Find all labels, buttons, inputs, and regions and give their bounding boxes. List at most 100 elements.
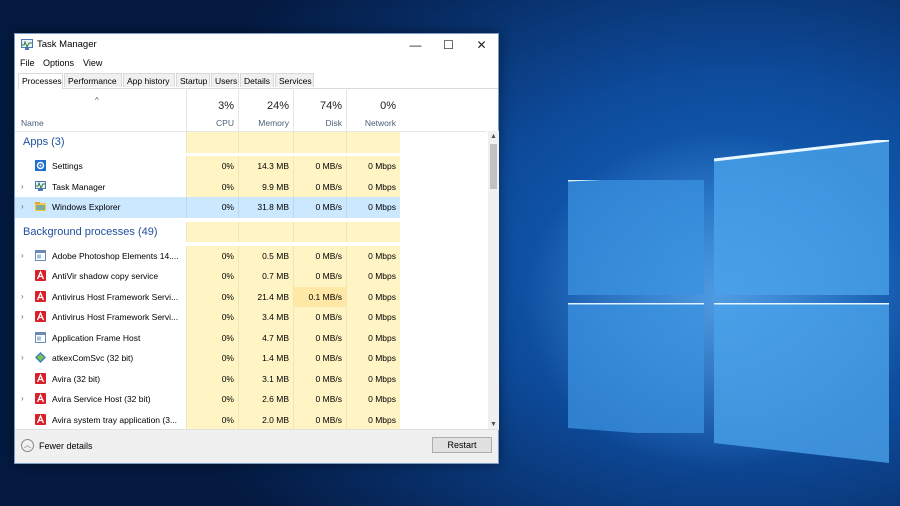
heat-cell [346, 132, 400, 153]
process-name: Avira system tray application (3... [52, 414, 178, 425]
table-row[interactable]: › atkexComSvc (32 bit) 0% 1.4 MB 0 MB/s 0 Mbp… [15, 348, 486, 369]
table-row[interactable]: Application Frame Host 0% 4.7 MB 0 MB/s 0 Mb… [15, 327, 486, 349]
tab-startup[interactable]: Startup [176, 73, 210, 87]
tab-users[interactable]: Users [211, 73, 239, 87]
cpu-cell: 0% [186, 307, 238, 328]
cpu-cell: 0% [186, 327, 238, 348]
cpu-value: 0% [221, 373, 234, 384]
restart-button[interactable]: Restart [432, 437, 492, 453]
heat-cell [238, 221, 293, 242]
windows-logo-pane-top-left [568, 180, 704, 295]
chevron-right-icon[interactable]: › [21, 202, 24, 211]
section-title: Apps (3) [23, 136, 65, 148]
network-value: 0 Mbps [368, 394, 396, 404]
table-row[interactable]: AntiVir shadow copy service 0% 0.7 MB 0 MB/… [15, 266, 486, 287]
disk-value: 0 MB/s [315, 394, 342, 404]
process-name-cell: Settings [15, 156, 186, 177]
cpu-cell: 0% [186, 286, 238, 307]
maximize-button[interactable]: ☐ [432, 34, 465, 56]
tab-app-history[interactable]: App history [123, 73, 175, 87]
memory-total: 24% [266, 100, 289, 112]
avira-icon [35, 393, 46, 404]
disk-cell: 0 MB/s [293, 327, 346, 348]
title-bar[interactable]: Task Manager — ☐ ✕ [15, 34, 498, 56]
tab-processes[interactable]: Processes [18, 73, 63, 89]
disk-cell: 0 MB/s [293, 266, 346, 287]
table-row[interactable]: › Avira Service Host (32 bit) 0% 2.6 MB 0 MB… [15, 389, 486, 410]
disk-cell: 0 MB/s [293, 307, 346, 328]
menu-view[interactable]: View [83, 58, 102, 68]
memory-cell: 9.9 MB [238, 176, 293, 197]
network-value: 0 Mbps [368, 353, 396, 363]
memory-cell: 31.8 MB [238, 197, 293, 218]
cpu-cell: 0% [186, 368, 238, 389]
table-row[interactable]: Settings 0% 14.3 MB 0 MB/s 0 Mbps [15, 156, 486, 177]
process-name: Antivirus Host Framework Servi... [52, 291, 179, 302]
table-row[interactable]: Avira (32 bit) 0% 3.1 MB 0 MB/s 0 Mbps [15, 368, 486, 389]
process-name: Task Manager [52, 181, 106, 192]
network-cell: 0 Mbps [346, 156, 400, 177]
memory-value: 2.0 MB [262, 414, 289, 425]
vertical-scrollbar[interactable]: ▲ ▼ [488, 131, 499, 430]
process-name-cell: › Windows Explorer [15, 197, 186, 218]
disk-value: 0 MB/s [315, 271, 342, 281]
chevron-right-icon[interactable]: › [21, 182, 24, 191]
fewer-details-link[interactable]: Fewer details [39, 441, 93, 451]
gear-icon [35, 160, 46, 171]
disk-cell: 0 MB/s [293, 389, 346, 410]
network-cell: 0 Mbps [346, 348, 400, 369]
table-row[interactable]: › Adobe Photoshop Elements 14.... 0% 0.5 MB… [15, 245, 486, 266]
table-row[interactable]: › Antivirus Host Framework Servi... 0% 3.4 … [15, 307, 486, 328]
scrollbar-thumb[interactable] [490, 144, 497, 189]
tab-performance[interactable]: Performance [64, 73, 122, 87]
chevron-right-icon[interactable]: › [21, 292, 24, 301]
menu-file[interactable]: File [20, 58, 35, 68]
chevron-right-icon[interactable]: › [21, 353, 24, 362]
disk-value: 0 MB/s [315, 353, 342, 363]
windows-logo-pane-top-right [714, 140, 889, 295]
table-row[interactable]: Avira system tray application (3... 0% 2.0… [15, 409, 486, 430]
scroll-up-icon[interactable]: ▲ [488, 131, 499, 142]
disk-value: 0 MB/s [315, 312, 342, 322]
chevron-up-icon[interactable]: ︿ [21, 439, 34, 452]
process-name: AntiVir shadow copy service [52, 271, 159, 281]
memory-value: 21.4 MB [257, 291, 289, 302]
chevron-right-icon[interactable]: › [21, 251, 24, 260]
disk-cell: 0 MB/s [293, 197, 346, 218]
cpu-cell: 0% [186, 176, 238, 197]
tab-services[interactable]: Services [275, 73, 314, 87]
column-header-name[interactable]: Name [21, 118, 44, 128]
menu-options[interactable]: Options [43, 58, 74, 68]
avira-icon [35, 413, 46, 425]
chevron-right-icon[interactable]: › [21, 312, 24, 321]
disk-value: 0 MB/s [315, 373, 342, 384]
minimize-button[interactable]: — [399, 34, 432, 56]
cpu-value: 0% [221, 414, 234, 425]
table-row[interactable]: › Windows Explorer 0% 31.8 MB 0 MB/s 0 Mbps [15, 197, 486, 218]
column-header-cpu[interactable]: 3% CPU [186, 90, 238, 131]
close-button[interactable]: ✕ [465, 34, 498, 56]
memory-cell: 21.4 MB [238, 286, 293, 307]
column-header-network[interactable]: 0% Network [346, 90, 400, 131]
table-row[interactable]: › Task Manager 0% 9.9 MB 0 MB/s 0 Mbps [15, 176, 486, 197]
column-header-disk[interactable]: 74% Disk [293, 90, 346, 131]
memory-value: 2.6 MB [262, 394, 289, 404]
network-value: 0 Mbps [368, 332, 396, 343]
process-name-cell: Application Frame Host [15, 328, 186, 349]
network-value: 0 Mbps [368, 414, 396, 425]
minimize-icon: — [409, 38, 422, 52]
disk-cell: 0 MB/s [293, 176, 346, 197]
cpu-value: 0% [221, 250, 234, 261]
memory-cell: 2.6 MB [238, 389, 293, 410]
sort-arrow-icon: ^ [95, 96, 99, 105]
memory-cell: 3.4 MB [238, 307, 293, 328]
table-row[interactable]: › Antivirus Host Framework Servi... 0% 21.4… [15, 286, 486, 307]
chevron-right-icon[interactable]: › [21, 394, 24, 403]
table-header: ^ Name 3% CPU 24% Memory 74% Disk 0% Net… [15, 90, 486, 132]
windows-logo-pane-bottom-right [714, 303, 889, 463]
column-header-memory[interactable]: 24% Memory [238, 90, 293, 131]
memory-cell: 0.7 MB [238, 266, 293, 287]
tab-details[interactable]: Details [240, 73, 274, 87]
network-cell: 0 Mbps [346, 409, 400, 430]
cpu-value: 0% [221, 271, 234, 281]
